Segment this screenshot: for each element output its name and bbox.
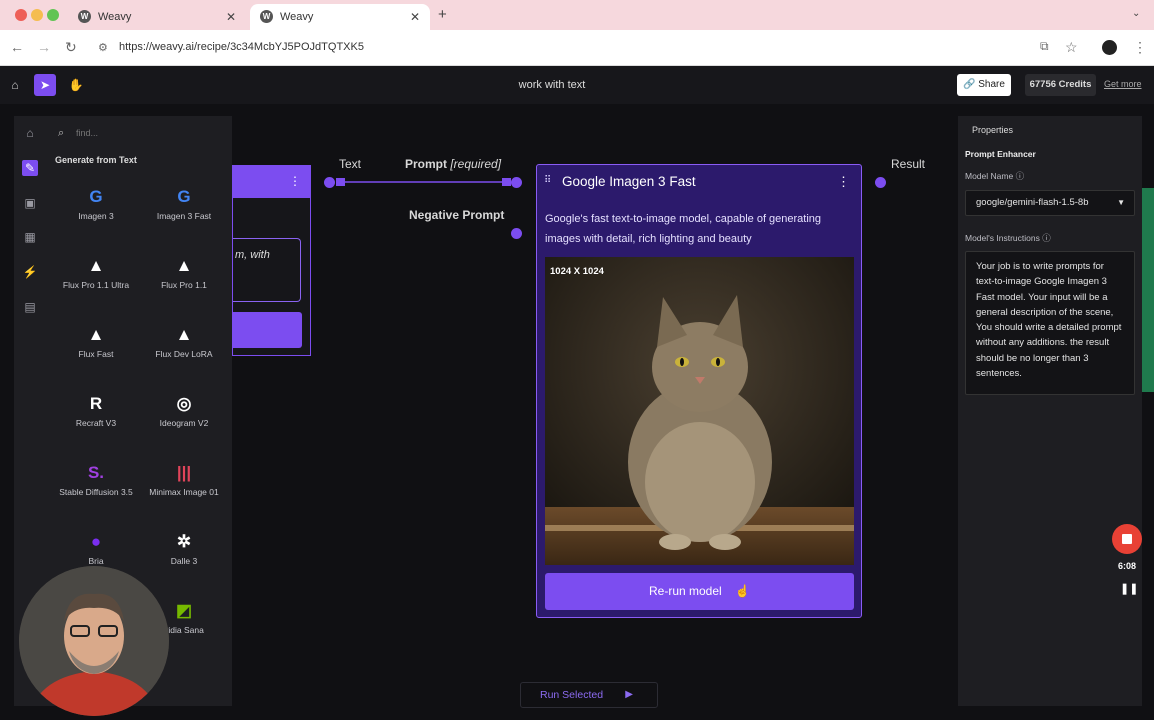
- model-name-select[interactable]: google/gemini-flash-1.5-8b ▼: [965, 190, 1135, 216]
- connection-handle: [502, 178, 511, 186]
- model-logo-icon: S.: [87, 463, 105, 482]
- model-logo-icon: R: [89, 394, 103, 413]
- connection-handle: [336, 178, 345, 186]
- play-icon: ▶: [625, 689, 633, 700]
- image-edit-icon[interactable]: ▣: [22, 195, 38, 211]
- model-logo-icon: |||: [176, 463, 192, 482]
- negative-prompt-input-port[interactable]: [511, 228, 522, 239]
- cursor-icon: ☝: [735, 584, 750, 598]
- instructions-textarea[interactable]: Your job is to write prompts for text-to…: [965, 251, 1135, 395]
- rerun-model-button[interactable]: Re-run model ☝: [545, 573, 854, 610]
- negative-prompt-label: Negative Prompt: [409, 208, 505, 222]
- drag-handle-icon[interactable]: ⠿: [544, 175, 551, 186]
- model-label: Flux Dev LoRA: [155, 349, 213, 359]
- image-tools-icon[interactable]: ▦: [22, 229, 38, 245]
- model-name-label: Model Name ⓘ: [965, 170, 1024, 182]
- run-selected-label: Run Selected: [540, 689, 604, 701]
- model-card[interactable]: S. Stable Diffusion 3.5: [55, 451, 137, 511]
- model-card[interactable]: ▲ Flux Pro 1.1: [143, 244, 225, 304]
- search-input[interactable]: ⌕ find...: [54, 124, 214, 142]
- model-card[interactable]: ▲ Flux Fast: [55, 313, 137, 373]
- prompt-label-text: Prompt: [405, 157, 447, 171]
- model-card[interactable]: ▲ Flux Pro 1.1 Ultra: [55, 244, 137, 304]
- rerun-label: Re-run model: [649, 584, 722, 598]
- model-logo-icon: ◎: [176, 394, 192, 413]
- model-card[interactable]: ▲ Flux Dev LoRA: [143, 313, 225, 373]
- model-logo-icon: ✲: [176, 532, 192, 551]
- node-description: Google's fast text-to-image model, capab…: [545, 213, 822, 245]
- required-tag: [required]: [450, 157, 502, 171]
- result-output-port[interactable]: [875, 177, 886, 188]
- prompt-input-port[interactable]: [511, 177, 522, 188]
- model-logo-icon: G: [89, 187, 103, 206]
- model-card[interactable]: R Recraft V3: [55, 382, 137, 442]
- model-logo-icon: ▲: [87, 325, 105, 344]
- dropdown-caret-icon: ▼: [1117, 198, 1125, 207]
- image-resolution-label: 1024 X 1024: [550, 266, 604, 277]
- model-label: Flux Pro 1.1: [161, 280, 207, 290]
- text-port-label: Text: [339, 157, 362, 171]
- model-label: Stable Diffusion 3.5: [59, 487, 133, 497]
- pause-icon[interactable]: ❚❚: [1120, 582, 1138, 595]
- text-to-image-icon[interactable]: ✎: [22, 160, 38, 176]
- search-icon: ⌕: [58, 127, 65, 139]
- imagen-node[interactable]: ⠿ Google Imagen 3 Fast ⋮ Google's fast t…: [536, 164, 862, 618]
- section-title: Prompt Enhancer: [965, 149, 1036, 159]
- instructions-label: Model's Instructions ⓘ: [965, 232, 1051, 244]
- model-card[interactable]: ✲ Dalle 3: [143, 520, 225, 580]
- search-placeholder: find...: [76, 128, 99, 138]
- presenter-video: [19, 566, 169, 716]
- model-label: Minimax Image 01: [149, 487, 219, 497]
- model-card[interactable]: G Imagen 3 Fast: [143, 175, 225, 235]
- info-icon[interactable]: ⓘ: [1042, 233, 1051, 243]
- model-logo-icon: ▲: [175, 325, 193, 344]
- model-card[interactable]: ◎ Ideogram V2: [143, 382, 225, 442]
- model-logo-icon: ▲: [87, 256, 105, 275]
- lightning-icon[interactable]: ⚡: [22, 264, 38, 280]
- model-label: Dalle 3: [170, 556, 198, 566]
- stop-recording-button[interactable]: [1112, 524, 1142, 554]
- prompt-port-label: Prompt [required]: [405, 157, 501, 171]
- properties-panel: Properties Prompt Enhancer Model Name ⓘ …: [958, 116, 1142, 706]
- cat-image: [545, 257, 854, 565]
- result-port-label: Result: [891, 157, 926, 171]
- kebab-menu-icon[interactable]: ⋮: [837, 174, 850, 190]
- node-title: Google Imagen 3 Fast: [562, 174, 696, 189]
- model-logo-icon: ●: [90, 532, 102, 551]
- model-card[interactable]: ||| Minimax Image 01: [143, 451, 225, 511]
- generated-image[interactable]: 1024 X 1024: [545, 257, 854, 565]
- instructions-label-text: Model's Instructions: [965, 233, 1040, 243]
- model-label: Ideogram V2: [159, 418, 209, 428]
- model-label: Flux Pro 1.1 Ultra: [62, 280, 130, 290]
- model-card[interactable]: G Imagen 3: [55, 175, 137, 235]
- model-label: Bria: [88, 556, 104, 566]
- model-label: Flux Fast: [78, 349, 114, 359]
- properties-heading: Properties: [972, 125, 1014, 135]
- webcam-overlay: [19, 566, 169, 716]
- section-title: Generate from Text: [55, 155, 137, 165]
- text-output-port[interactable]: [324, 177, 335, 188]
- stop-icon: [1122, 534, 1132, 544]
- model-label: Imagen 3: [78, 211, 114, 221]
- model-name-value: google/gemini-flash-1.5-8b: [976, 197, 1089, 208]
- model-label: Imagen 3 Fast: [156, 211, 212, 221]
- run-selected-button[interactable]: Run Selected ▶: [520, 682, 658, 708]
- model-label: Recraft V3: [75, 418, 117, 428]
- model-name-label-text: Model Name: [965, 171, 1014, 181]
- model-logo-icon: ▲: [175, 256, 193, 275]
- toolbox-icon[interactable]: ⌂: [22, 125, 38, 141]
- recording-time: 6:08: [1117, 561, 1136, 571]
- info-icon[interactable]: ⓘ: [1016, 171, 1025, 181]
- gallery-icon[interactable]: ▤: [22, 299, 38, 315]
- model-logo-icon: G: [177, 187, 191, 206]
- offscreen-node[interactable]: [1142, 188, 1154, 392]
